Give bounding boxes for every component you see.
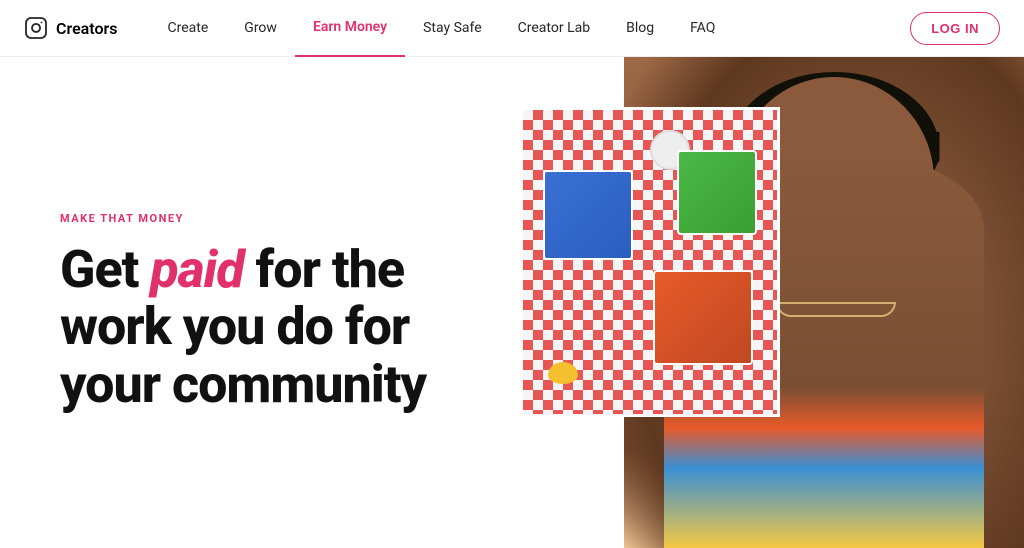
hero-title: Get paid for the work you do for your co… — [60, 241, 472, 413]
flatlay-mango — [548, 362, 578, 384]
hero-flatlay-photo — [520, 107, 780, 417]
flatlay-product-3 — [677, 150, 757, 235]
login-button[interactable]: LOG IN — [910, 12, 1000, 45]
nav-create[interactable]: Create — [150, 0, 227, 57]
nav-links: Create Grow Earn Money Stay Safe Creator… — [150, 0, 911, 57]
nav-earn-money[interactable]: Earn Money — [295, 0, 405, 57]
brand-name: Creators — [56, 19, 118, 38]
hero-images — [520, 57, 1024, 548]
nav-faq[interactable]: FAQ — [672, 0, 733, 57]
instagram-icon — [24, 16, 48, 40]
hero-section: MAKE THAT MONEY Get paid for the work yo… — [0, 57, 1024, 548]
navbar: Creators Create Grow Earn Money Stay Saf… — [0, 0, 1024, 57]
nav-stay-safe[interactable]: Stay Safe — [405, 0, 500, 57]
nav-creator-lab[interactable]: Creator Lab — [500, 0, 608, 57]
brand-logo[interactable]: Creators — [24, 16, 118, 40]
portrait-necklace — [776, 302, 896, 317]
nav-grow[interactable]: Grow — [226, 0, 295, 57]
flatlay-product-2 — [653, 270, 753, 365]
nav-blog[interactable]: Blog — [608, 0, 672, 57]
flatlay-product-1 — [543, 170, 633, 260]
hero-content: MAKE THAT MONEY Get paid for the work yo… — [0, 57, 520, 548]
hero-title-highlight: paid — [150, 239, 243, 300]
hero-tag: MAKE THAT MONEY — [60, 212, 472, 225]
hero-title-before: Get — [60, 239, 150, 300]
